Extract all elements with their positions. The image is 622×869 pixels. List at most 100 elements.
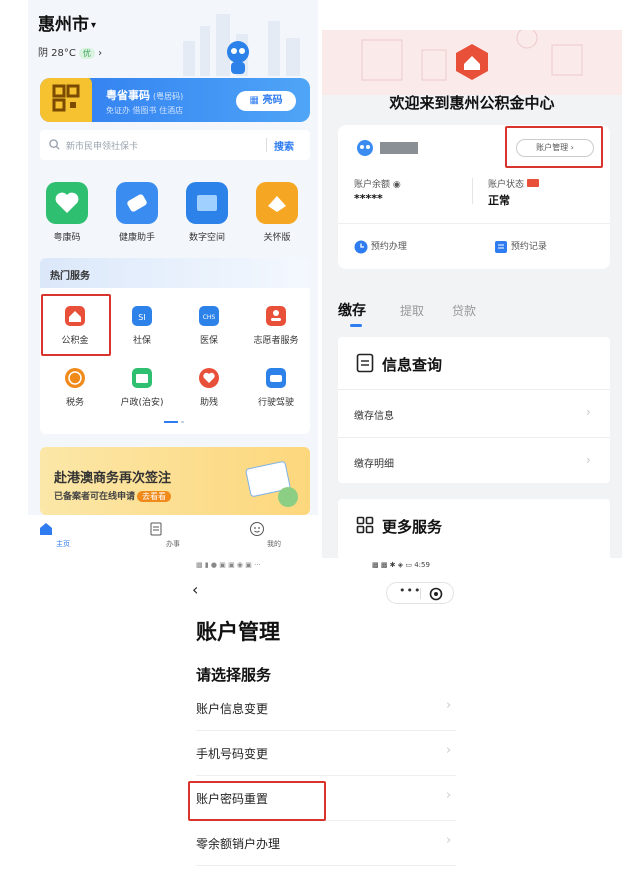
mascot-icon: [224, 40, 252, 76]
account-management-page: ▩ ▮ ● ▣ ▣ ◉ ▣ ··· ▩ ▩ ✱ ◈ ▭ 4:59 ‹ ••• 账…: [186, 558, 466, 869]
close-target-icon[interactable]: [429, 587, 443, 601]
list-icon: [494, 240, 508, 254]
volunteer-icon: [266, 306, 286, 326]
hot-services-title: 热门服务: [50, 271, 90, 282]
more-services-title: 更多服务: [382, 518, 443, 536]
chevron-right-icon: ›: [586, 453, 591, 467]
chevron-right-icon: ›: [94, 48, 103, 59]
service-item-phone-change[interactable]: 手机号码变更 ›: [196, 731, 456, 776]
chevron-right-icon: ›: [446, 833, 452, 848]
chevron-right-icon: ›: [446, 698, 452, 713]
search-input[interactable]: 新市民申领社保卡: [66, 139, 138, 152]
tab-tasks[interactable]: 办事: [148, 521, 198, 549]
car-icon: [266, 368, 286, 388]
page-title: 账户管理: [196, 620, 280, 644]
account-name-masked: [380, 142, 418, 154]
status-bar-right: ▩ ▩ ✱ ◈ ▭ 4:59: [372, 561, 430, 569]
card-divider: [472, 178, 473, 204]
medical-insurance-icon: CHS: [199, 306, 219, 326]
digital-space-icon: [186, 182, 228, 224]
service-disability-aid[interactable]: 助残: [176, 368, 242, 408]
social-security-icon: SI: [132, 306, 152, 326]
disability-aid-icon: [199, 368, 219, 388]
account-management-highlight: [505, 126, 603, 168]
yueshima-title: 粤省事码 (粤居码): [106, 89, 184, 102]
caret-down-icon: ▾: [91, 19, 97, 31]
banner-title: 赴港澳商务再次签注: [54, 471, 172, 486]
balance-label: 账户余额 ◉: [354, 180, 401, 190]
qr-small-icon: ▦: [249, 95, 259, 106]
housing-fund-highlight: [41, 294, 111, 356]
document-illustration: [240, 455, 302, 511]
housing-fund-center-page: 欢迎来到惠州公积金中心 账户管理 › 账户余额 ◉ ***** 账户状态 正常 …: [322, 30, 622, 558]
avatar: [354, 139, 376, 157]
more-services-section: 更多服务: [338, 499, 610, 558]
search-icon: [49, 139, 60, 150]
status-card-icon: [526, 179, 539, 187]
service-social-security[interactable]: SI 社保: [109, 306, 175, 346]
app-care-version[interactable]: 关怀版: [247, 182, 307, 243]
app-digital-space[interactable]: 数字空间: [177, 182, 237, 243]
fund-tabs: 缴存 提取 贷款: [338, 300, 610, 327]
banner-subtitle: 已备案者可在线申请 去看看: [54, 489, 172, 502]
svg-text:CHS: CHS: [203, 314, 216, 321]
eye-icon[interactable]: ◉: [393, 180, 401, 190]
service-medical-insurance[interactable]: CHS 医保: [176, 306, 242, 346]
tab-profile[interactable]: 我的: [249, 521, 299, 549]
tasks-icon: [148, 521, 198, 537]
home-icon: [38, 521, 88, 537]
app-health-assistant[interactable]: 健康助手: [107, 182, 167, 243]
status-value: 正常: [488, 194, 510, 207]
service-item-account-info-change[interactable]: 账户信息变更 ›: [196, 686, 456, 731]
appointment-button[interactable]: 预约办理: [354, 239, 407, 254]
chevron-right-icon: ›: [446, 788, 452, 803]
chevron-right-icon: ›: [586, 405, 591, 419]
back-arrow-icon[interactable]: ‹: [192, 580, 198, 599]
service-tax[interactable]: 税务: [42, 368, 108, 408]
yueshima-card[interactable]: 粤省事码 (粤居码) 免证办 借图书 住酒店 ▦ 亮码: [40, 78, 310, 122]
clock-icon: [354, 240, 368, 254]
yueshima-subtitle: 免证办 借图书 住酒店: [106, 106, 184, 115]
page-title: 欢迎来到惠州公积金中心: [389, 94, 555, 112]
service-driving[interactable]: 行驶驾驶: [243, 368, 309, 408]
chevron-right-icon: ›: [446, 743, 452, 758]
more-icon[interactable]: •••: [399, 584, 421, 597]
qr-code-icon: [40, 78, 92, 122]
health-assistant-icon: [116, 182, 158, 224]
service-volunteer[interactable]: 志愿者服务: [243, 306, 309, 346]
appointment-records-button[interactable]: 预约记录: [494, 239, 547, 254]
tab-withdraw[interactable]: 提取: [400, 302, 424, 319]
profile-icon: [249, 521, 299, 537]
info-query-title: 信息查询: [382, 356, 443, 374]
info-query-section: 信息查询 缴存信息 › 缴存明细 ›: [338, 337, 610, 483]
page-indicator-active: [164, 421, 178, 423]
status-bar-left-icons: ▩ ▮ ● ▣ ▣ ◉ ▣ ···: [196, 561, 261, 569]
search-button[interactable]: 搜索: [274, 138, 294, 153]
query-item-deposit-details[interactable]: 缴存明细 ›: [338, 437, 610, 485]
search-divider: [266, 138, 267, 152]
health-code-icon: [46, 182, 88, 224]
tab-deposit[interactable]: 缴存: [338, 300, 366, 320]
show-code-button[interactable]: ▦ 亮码: [236, 91, 296, 111]
air-quality-badge: 优: [78, 48, 95, 59]
grid-icon: [356, 516, 374, 534]
hk-macau-banner[interactable]: 赴港澳商务再次签注 已备案者可在线申请 去看看: [40, 447, 310, 515]
weather-info[interactable]: 阴 28°C 优 ›: [38, 44, 102, 59]
household-icon: [132, 368, 152, 388]
service-household[interactable]: 户政(治安): [109, 368, 175, 408]
svg-text:SI: SI: [138, 313, 145, 322]
password-reset-highlight: [188, 781, 326, 821]
city-selector[interactable]: 惠州市 ▾: [38, 10, 96, 35]
page-subtitle: 请选择服务: [196, 666, 272, 684]
tab-home[interactable]: 主页: [38, 521, 88, 549]
page-indicator-dot: [181, 421, 184, 423]
bottom-tab-bar: 主页 办事 我的: [28, 515, 318, 556]
query-item-deposit-info[interactable]: 缴存信息 ›: [338, 389, 610, 437]
search-bar[interactable]: 新市民申领社保卡 搜索: [40, 130, 310, 160]
service-item-zero-balance-close[interactable]: 零余额销户办理 ›: [196, 821, 456, 866]
tab-loan[interactable]: 贷款: [452, 302, 476, 319]
banner-go-button[interactable]: 去看看: [137, 491, 172, 502]
document-icon: [356, 353, 374, 373]
app-health-code[interactable]: 粤康码: [37, 182, 97, 243]
balance-value: *****: [354, 192, 383, 205]
